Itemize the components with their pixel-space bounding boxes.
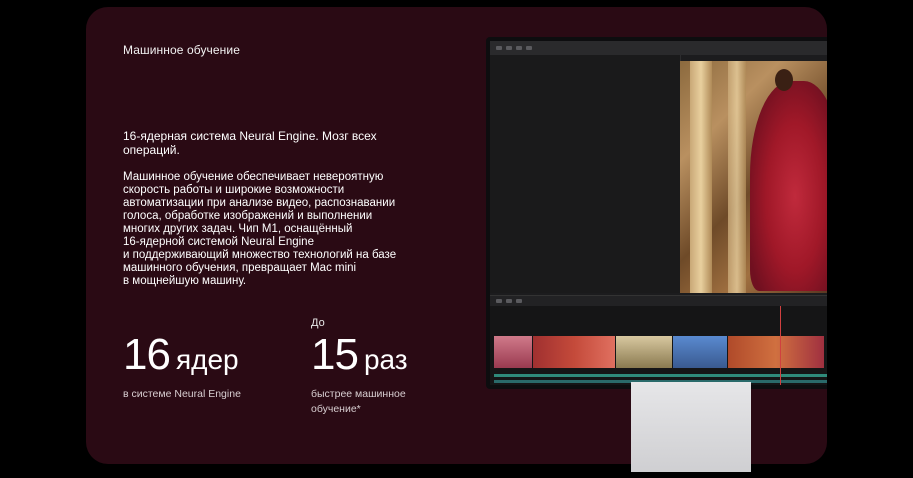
body-line: в мощнейшую машину. — [123, 275, 247, 287]
stat-number: 15 — [311, 330, 359, 379]
section-body: Машинное обучение обеспечивает невероятн… — [123, 171, 433, 288]
audio-track — [494, 374, 827, 377]
editor-timeline — [490, 295, 827, 385]
display-mockup — [486, 37, 827, 389]
body-line: 16-ядерной системой Neural Engine — [123, 236, 314, 248]
body-line: скорость работы и широкие возможности — [123, 184, 345, 196]
toolbar-button — [526, 46, 532, 50]
timeline-toolbar — [490, 296, 827, 306]
stat-ml-speedup: До 15 раз быстрее машинное обучение* — [311, 317, 451, 417]
dancer-image — [750, 81, 827, 291]
pillar-image — [690, 61, 712, 293]
stat-number: 16 — [123, 330, 171, 379]
editor-toolbar — [490, 41, 827, 55]
playhead — [780, 306, 781, 385]
toolbar-button — [506, 299, 512, 303]
toolbar-button — [506, 46, 512, 50]
video-clip — [533, 336, 615, 368]
body-line: машинного обучения, превращает Mac mini — [123, 262, 357, 274]
dancer-head-image — [775, 69, 793, 91]
toolbar-button — [496, 46, 502, 50]
video-clip — [673, 336, 727, 368]
section-headline: 16-ядерная система Neural Engine. Мозг в… — [123, 129, 377, 157]
stat-caption: в системе Neural Engine — [123, 388, 241, 400]
video-editor-window — [490, 41, 827, 385]
media-browser-pane — [490, 55, 681, 293]
clip-strip — [494, 336, 827, 368]
stat-neural-cores: 16 ядер в системе Neural Engine — [123, 317, 241, 402]
body-line: автоматизации при анализе видео, распозн… — [123, 197, 396, 209]
section-eyebrow: Машинное обучение — [123, 43, 240, 57]
video-clip — [616, 336, 672, 368]
stat-unit: ядер — [175, 344, 239, 375]
body-line: голоса, обработке изображений и выполнен… — [123, 210, 373, 222]
stat-caption: быстрее машинное обучение* — [311, 388, 406, 415]
toolbar-button — [496, 299, 502, 303]
body-line: и поддерживающий множество технологий на… — [123, 249, 397, 261]
stat-unit: раз — [363, 344, 408, 375]
pillar-image — [728, 61, 746, 293]
video-clip — [728, 336, 824, 368]
video-viewer — [680, 61, 827, 293]
toolbar-button — [516, 299, 522, 303]
toolbar-button — [516, 46, 522, 50]
display-stand — [631, 382, 751, 472]
video-clip — [494, 336, 532, 368]
body-line: многих других задач. Чип M1, оснащённый — [123, 223, 353, 235]
body-line: Машинное обучение обеспечивает невероятн… — [123, 171, 384, 183]
